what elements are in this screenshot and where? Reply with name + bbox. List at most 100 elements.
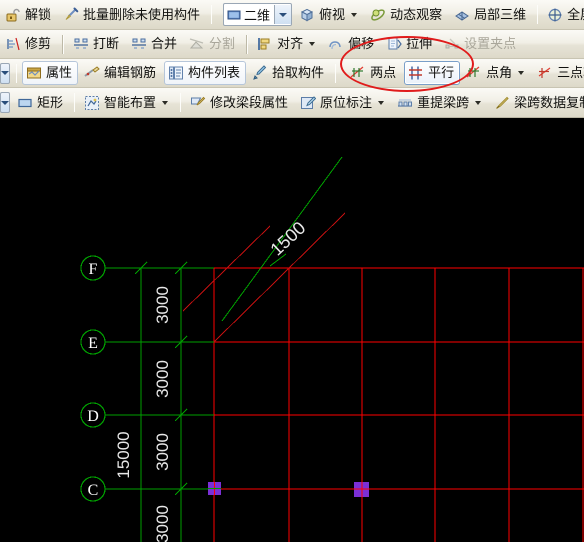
pick-icon <box>252 65 268 81</box>
smartplace-icon <box>84 95 100 111</box>
stretch-label: 拉伸 <box>406 36 433 51</box>
re-extract-beam-span-button[interactable]: 重提梁跨 <box>393 91 488 115</box>
selected-grip-point-1 <box>208 482 221 495</box>
view-toolbar: 解锁 批量删除未使用构件 二维 俯视 动态观察 局部三维 全 <box>0 0 584 30</box>
set-grip-label: 设置夹点 <box>464 36 517 51</box>
chevron-down-icon[interactable] <box>518 71 525 75</box>
in-place-annotation-button[interactable]: 原位标注 <box>296 91 391 115</box>
axis-label-D-text: D <box>87 408 99 425</box>
dynamic-observe-label: 动态观察 <box>390 6 443 22</box>
chevron-down-icon[interactable] <box>162 100 169 105</box>
break-button[interactable]: 打断 <box>69 32 125 56</box>
unlock-button[interactable]: 解锁 <box>1 3 57 27</box>
break-label: 打断 <box>93 36 120 51</box>
respan-icon <box>397 95 413 111</box>
application-window: 解锁 批量删除未使用构件 二维 俯视 动态观察 局部三维 全 修剪 打断 合并 … <box>0 0 584 542</box>
broom-icon <box>63 7 79 23</box>
copyspan-icon <box>494 95 510 111</box>
dimension-text-3000-1: 3000 <box>153 286 172 324</box>
three-point-axis-button[interactable]: 三点辅轴 <box>533 61 584 85</box>
align-button[interactable]: 对齐 <box>253 32 322 56</box>
edit-rebar-label: 编辑钢筋 <box>104 65 157 80</box>
view-mode-dropdown-button[interactable] <box>274 5 292 24</box>
three-point-axis-label: 三点辅轴 <box>557 65 584 80</box>
pick-component-label: 拾取构件 <box>272 65 325 80</box>
beam-dropdown-button[interactable] <box>0 92 10 113</box>
chevron-down-icon[interactable] <box>378 100 385 105</box>
offset-button[interactable]: 偏移 <box>324 32 380 56</box>
property-label: 属性 <box>46 65 73 80</box>
annot-icon <box>300 95 317 111</box>
batch-delete-unused-button[interactable]: 批量删除未使用构件 <box>59 3 206 27</box>
cad-drawing-canvas[interactable]: F E D C 3000 3000 3000 3000 15000 1500 <box>0 118 584 542</box>
edit-rebar-button[interactable]: 编辑钢筋 <box>80 61 162 85</box>
selected-grip-point-2 <box>354 482 369 497</box>
property-button[interactable]: 属性 <box>22 61 79 85</box>
align-label: 对齐 <box>277 36 304 51</box>
view-mode-combo[interactable]: 二维 <box>223 3 293 26</box>
modify-beam-segment-label: 修改梁段属性 <box>210 94 289 110</box>
split-label: 分割 <box>209 36 236 51</box>
dimension-text-15000: 15000 <box>114 431 133 478</box>
plane-2d-icon <box>226 7 242 23</box>
trim-label: 修剪 <box>25 36 52 51</box>
point-angle-button[interactable]: 点角 <box>462 61 531 85</box>
toolbar-separator <box>211 5 213 24</box>
offset-label: 偏移 <box>348 36 375 51</box>
fullscreen-button[interactable]: 全屏 <box>543 3 584 27</box>
merge-label: 合并 <box>151 36 178 51</box>
fullscreen-icon <box>547 7 563 23</box>
threepoint-icon <box>537 65 553 81</box>
top-view-label: 俯视 <box>319 6 346 22</box>
rectangle-button[interactable]: 矩形 <box>13 91 69 115</box>
unlock-label: 解锁 <box>25 6 52 22</box>
orbit-icon <box>370 7 386 23</box>
rectangle-label: 矩形 <box>37 94 64 110</box>
chevron-down-icon[interactable] <box>351 12 358 17</box>
toolbar-separator <box>246 34 249 54</box>
in-place-annotation-label: 原位标注 <box>320 94 373 110</box>
align-icon <box>257 36 273 52</box>
set-grip-button[interactable]: 设置夹点 <box>440 32 522 56</box>
merge-button[interactable]: 合并 <box>127 32 183 56</box>
rebar-icon <box>84 65 100 81</box>
partial-3d-button[interactable]: 局部三维 <box>450 3 532 27</box>
two-point-label: 两点 <box>370 65 397 80</box>
edit-toolbar: 修剪 打断 合并 分割 对齐 偏移 拉伸 设置夹点 <box>0 30 584 59</box>
beam-span-data-copy-button[interactable]: 梁跨数据复制 <box>490 91 584 115</box>
beam-span-data-copy-label: 梁跨数据复制 <box>514 94 584 110</box>
parallel-button[interactable]: 平行 <box>404 61 461 85</box>
toolbar-separator <box>16 63 17 83</box>
chevron-down-icon[interactable] <box>309 42 316 46</box>
toolbar-area: 解锁 批量删除未使用构件 二维 俯视 动态观察 局部三维 全 修剪 打断 合并 … <box>0 0 584 118</box>
top-view-button[interactable]: 俯视 <box>295 3 364 27</box>
pick-component-button[interactable]: 拾取构件 <box>248 61 330 85</box>
break-icon <box>73 36 89 52</box>
component-dropdown-button[interactable] <box>0 62 10 84</box>
component-toolbar: 属性 编辑钢筋 构件列表 拾取构件 两点 平行 点角 三点 <box>0 59 584 88</box>
cube-icon <box>299 7 315 23</box>
rect-icon <box>17 95 33 111</box>
toolbar-separator <box>335 63 337 83</box>
fullscreen-label: 全屏 <box>567 6 584 22</box>
partial3d-icon <box>454 7 470 23</box>
two-point-button[interactable]: 两点 <box>346 61 402 85</box>
component-list-button[interactable]: 构件列表 <box>164 61 247 85</box>
modify-beam-segment-button[interactable]: 修改梁段属性 <box>186 91 294 115</box>
chevron-down-icon[interactable] <box>475 100 482 105</box>
toolbar-separator <box>74 93 76 112</box>
stretch-button[interactable]: 拉伸 <box>382 32 438 56</box>
twopoint-icon <box>350 65 366 81</box>
dynamic-observe-button[interactable]: 动态观察 <box>366 3 448 27</box>
modbeam-icon <box>190 95 206 111</box>
unlock-icon <box>5 7 21 23</box>
smart-place-button[interactable]: 智能布置 <box>80 91 175 115</box>
split-button[interactable]: 分割 <box>185 32 241 56</box>
axis-label-E-text: E <box>88 335 98 352</box>
axis-label-F-text: F <box>89 261 98 278</box>
property-icon <box>26 65 42 81</box>
dimension-text-3000-4: 3000 <box>153 505 172 542</box>
toolbar-separator <box>537 5 539 24</box>
trim-button[interactable]: 修剪 <box>1 32 57 56</box>
beam-toolbar: 矩形 智能布置 修改梁段属性 原位标注 重提梁跨 梁跨数据复 <box>0 88 584 118</box>
